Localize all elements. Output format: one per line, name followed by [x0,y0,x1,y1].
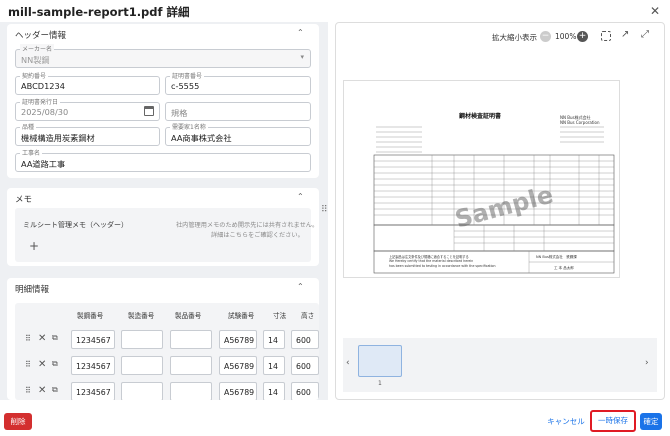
memo-card: メモ ⌃ ミルシート管理メモ（ヘッダー） 社内管理用メモのため開示先には共有され… [7,188,319,266]
col-header-steel-no: 製鋼番号 [77,312,104,320]
contract-no-field[interactable]: 契約番号 ABCD1234 [15,71,160,95]
temp-save-button[interactable]: 一時保存 [590,410,636,432]
zoom-out-icon[interactable]: − [540,31,551,42]
copy-row-icon[interactable]: ⧉ [52,385,58,395]
memo-box: ミルシート管理メモ（ヘッダー） 社内管理用メモのため開示先には共有されません。 … [15,208,318,262]
copy-row-icon[interactable]: ⧉ [52,333,58,343]
copy-row-icon[interactable]: ⧉ [52,359,58,369]
open-external-icon[interactable]: ↗ [621,29,629,40]
delete-button[interactable]: 削除 [4,413,32,430]
col-header-mfg-no: 製造番号 [128,312,155,320]
delete-row-icon[interactable]: ✕ [38,333,46,344]
spec-field[interactable]: 規格 [165,102,311,121]
detail-card: 明細情報 ⌃ 製鋼番号 製造番号 製品番号 試験番号 寸法 高さ ⠿ ✕ ⧉ 1… [7,278,319,400]
maker-select[interactable]: メーカー名 NN製鋼 ▾ [15,44,311,68]
pdf-page-preview: 鋼材検査証明書 NN Bus株式会社 NN Bus Corporation Sa… [343,80,620,278]
test-no-cell[interactable]: A56789 [219,330,257,349]
steel-no-cell[interactable]: 1234567 [71,330,115,349]
memo-notice-1: 社内管理用メモのため開示先には共有されません。 [176,222,319,229]
collapse-memo-icon[interactable]: ⌃ [297,192,304,201]
fit-screen-icon[interactable] [601,31,611,41]
delete-row-icon[interactable]: ✕ [38,385,46,396]
size-cell[interactable]: 14 [263,356,285,375]
drag-handle-icon[interactable]: ⠿ [25,334,31,343]
size-cell[interactable]: 14 [263,382,285,400]
test-no-cell[interactable]: A56789 [219,382,257,400]
drag-handle-icon[interactable]: ⠿ [25,386,31,395]
confirm-button[interactable]: 確定 [640,413,662,430]
prev-page-icon[interactable]: ‹ [346,358,350,368]
col-header-test-no: 試験番号 [228,312,255,320]
collapse-header-icon[interactable]: ⌃ [297,28,304,37]
fullscreen-icon[interactable]: ⤢ [641,29,649,40]
memo-notice-2: 詳細はこちらをご確認ください。 [211,232,304,239]
cancel-button[interactable]: キャンセル [545,413,587,430]
next-page-icon[interactable]: › [645,358,649,368]
doc-stamp-name: 工 本 品太郎 [554,266,574,270]
size-cell[interactable]: 14 [263,330,285,349]
resize-handle-icon[interactable]: ⠿ [321,205,328,215]
height-cell[interactable]: 600 [291,356,319,375]
customer-field[interactable]: 需要家1名称 AA商事株式会社 [165,122,311,146]
issue-date-field[interactable]: 証明書発行日 2025/08/30 [15,97,160,121]
detail-title: 明細情報 [15,285,50,295]
page-thumbnail[interactable] [358,345,402,377]
col-header-height: 高さ [301,312,315,320]
product-field[interactable]: 品種 機械構造用炭素鋼材 [15,122,160,146]
steel-no-cell[interactable]: 1234567 [71,356,115,375]
chevron-down-icon: ▾ [300,53,304,61]
product-no-cell[interactable] [170,356,212,375]
product-no-cell[interactable] [170,330,212,349]
add-memo-button[interactable]: + [29,239,39,253]
product-no-cell[interactable] [170,382,212,400]
drag-handle-icon[interactable]: ⠿ [25,360,31,369]
calendar-icon[interactable] [144,106,154,116]
detail-table: 製鋼番号 製造番号 製品番号 試験番号 寸法 高さ ⠿ ✕ ⧉ 1234567 … [15,303,319,400]
col-header-size: 寸法 [273,312,287,320]
zoom-label: 拡大縮小表示 [492,33,537,42]
doc-company-stamp: NN Bus株式会社 鉄鋼課 [536,255,577,259]
steel-no-cell[interactable]: 1234567 [71,382,115,400]
doc-note-en-2: has been submitted to testing in accorda… [389,264,496,268]
zoom-value: 100% [555,32,577,41]
cert-no-field[interactable]: 証明書番号 c-5555 [165,71,311,95]
thumbnail-page-number: 1 [378,380,382,387]
table-row: ⠿ ✕ ⧉ 1234567 A56789 14 600 [15,330,319,352]
memo-label: ミルシート管理メモ（ヘッダー） [23,221,128,229]
doc-note-en-1: We Hereby certify that the material desc… [389,259,474,263]
height-cell[interactable]: 600 [291,382,319,400]
dialog-title: mill-sample-report1.pdf 詳細 [8,5,190,19]
zoom-in-icon[interactable]: + [577,31,588,42]
table-row: ⠿ ✕ ⧉ 1234567 A56789 14 600 [15,382,319,400]
mfg-no-cell[interactable] [121,330,163,349]
table-row: ⠿ ✕ ⧉ 1234567 A56789 14 600 [15,356,319,378]
delete-row-icon[interactable]: ✕ [38,359,46,370]
mfg-no-cell[interactable] [121,356,163,375]
col-header-product-no: 製品番号 [175,312,202,320]
header-info-card: ヘッダー情報 ⌃ メーカー名 NN製鋼 ▾ 契約番号 ABCD1234 証明書番… [7,24,319,178]
height-cell[interactable]: 600 [291,330,319,349]
close-icon[interactable]: ✕ [650,4,660,18]
project-field[interactable]: 工事名 AA道路工事 [15,148,311,172]
memo-title: メモ [15,195,33,205]
test-no-cell[interactable]: A56789 [219,356,257,375]
maker-value: NN製鋼 [21,55,50,65]
header-info-title: ヘッダー情報 [15,31,67,41]
collapse-detail-icon[interactable]: ⌃ [297,282,304,291]
mfg-no-cell[interactable] [121,382,163,400]
doc-info-lines [373,126,615,274]
